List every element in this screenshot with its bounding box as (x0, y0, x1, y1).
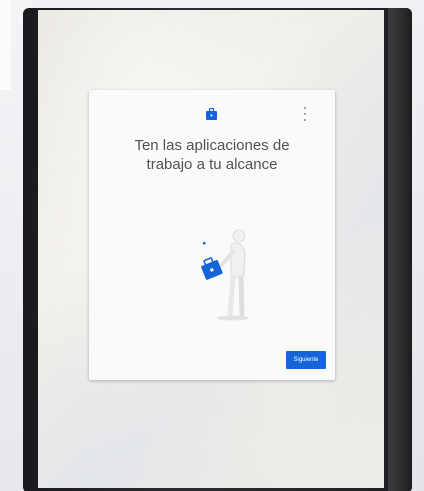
dialog-title: Ten las aplicaciones de trabajo a tu alc… (134, 137, 290, 173)
person-with-briefcase-illustration (201, 229, 249, 321)
phone-frame-edge (388, 8, 412, 491)
next-button[interactable]: Siguiente (286, 351, 326, 369)
photo-background: Ten las aplicaciones de trabajo a tu alc… (0, 0, 424, 491)
more-vert-icon[interactable] (302, 107, 308, 121)
paper-edge (0, 0, 11, 90)
setup-dialog: Ten las aplicaciones de trabajo a tu alc… (89, 90, 335, 380)
briefcase-icon (206, 108, 217, 120)
